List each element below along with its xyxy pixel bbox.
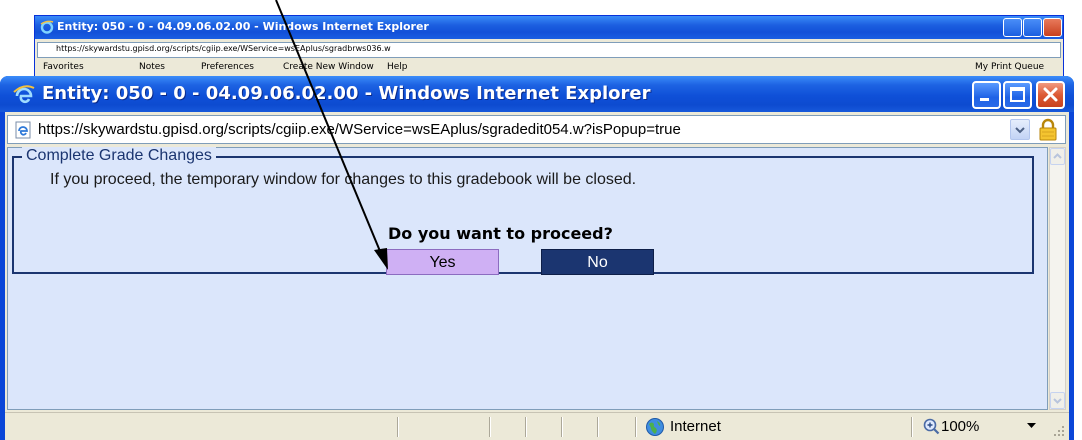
window-client-area: https://skywardstu.gpisd.org/scripts/cgi… xyxy=(5,112,1069,440)
scroll-down-button[interactable] xyxy=(1050,392,1065,409)
zoom-icon[interactable] xyxy=(923,418,940,435)
background-toolbar-help[interactable]: Help xyxy=(387,62,408,72)
warning-message: If you proceed, the temporary window for… xyxy=(50,171,637,188)
status-divider xyxy=(911,417,913,437)
popup-browser-window: Entity: 050 - 0 - 04.09.06.02.00 - Windo… xyxy=(0,76,1074,440)
minimize-icon xyxy=(980,98,989,101)
scroll-up-button[interactable] xyxy=(1050,148,1065,165)
background-maximize-button[interactable] xyxy=(1023,18,1042,37)
page-icon xyxy=(15,121,31,139)
dropdown-icon xyxy=(1015,127,1025,134)
chevron-up-icon xyxy=(1053,153,1062,159)
ie-logo-icon xyxy=(40,20,54,34)
address-url[interactable]: https://skywardstu.gpisd.org/scripts/cgi… xyxy=(38,121,681,138)
status-divider xyxy=(525,417,527,437)
resize-grip-icon[interactable] xyxy=(1051,423,1065,437)
status-divider xyxy=(597,417,599,437)
background-close-button[interactable] xyxy=(1043,18,1062,37)
fieldset-legend: Complete Grade Changes xyxy=(22,147,216,165)
status-bar: Internet 100% xyxy=(5,412,1069,440)
background-toolbar-preferences[interactable]: Preferences xyxy=(201,62,254,72)
no-button[interactable]: No xyxy=(541,249,654,275)
background-toolbar-create-new-window[interactable]: Create New Window xyxy=(283,62,374,72)
chevron-down-icon xyxy=(1053,398,1062,404)
security-zone-label: Internet xyxy=(670,418,721,435)
zoom-level[interactable]: 100% xyxy=(941,418,979,435)
ie-logo-icon xyxy=(13,85,35,104)
maximize-icon xyxy=(1010,87,1025,102)
page-content: Complete Grade Changes If you proceed, t… xyxy=(7,147,1048,410)
background-title-bar: Entity: 050 - 0 - 04.09.06.02.00 - Windo… xyxy=(35,16,1063,39)
address-bar[interactable]: https://skywardstu.gpisd.org/scripts/cgi… xyxy=(7,115,1066,144)
window-title: Entity: 050 - 0 - 04.09.06.02.00 - Windo… xyxy=(42,83,651,104)
globe-icon xyxy=(646,418,664,436)
status-divider xyxy=(561,417,563,437)
background-url-text: https://skywardstu.gpisd.org/scripts/cgi… xyxy=(56,44,391,53)
lock-icon[interactable] xyxy=(1038,118,1058,142)
vertical-scrollbar[interactable] xyxy=(1049,147,1066,410)
maximize-button[interactable] xyxy=(1003,81,1032,109)
status-divider xyxy=(397,417,399,437)
background-minimize-button[interactable] xyxy=(1003,18,1022,37)
background-toolbar-favorites[interactable]: Favorites xyxy=(43,62,84,72)
title-bar: Entity: 050 - 0 - 04.09.06.02.00 - Windo… xyxy=(0,76,1074,112)
background-window-title: Entity: 050 - 0 - 04.09.06.02.00 - Windo… xyxy=(57,20,429,33)
zoom-dropdown-icon[interactable] xyxy=(1027,423,1036,429)
status-divider xyxy=(635,417,637,437)
close-button[interactable] xyxy=(1036,81,1065,109)
background-address-bar[interactable]: https://skywardstu.gpisd.org/scripts/cgi… xyxy=(37,42,1061,58)
status-divider xyxy=(489,417,491,437)
yes-button[interactable]: Yes xyxy=(386,249,499,275)
confirm-question: Do you want to proceed? xyxy=(388,224,613,243)
address-dropdown-button[interactable] xyxy=(1010,119,1030,140)
minimize-button[interactable] xyxy=(972,81,1001,109)
grade-changes-fieldset: Complete Grade Changes If you proceed, t… xyxy=(12,147,1034,275)
background-toolbar-notes[interactable]: Notes xyxy=(139,62,165,72)
background-toolbar-print-queue[interactable]: My Print Queue xyxy=(975,62,1044,72)
close-icon xyxy=(1043,87,1058,102)
